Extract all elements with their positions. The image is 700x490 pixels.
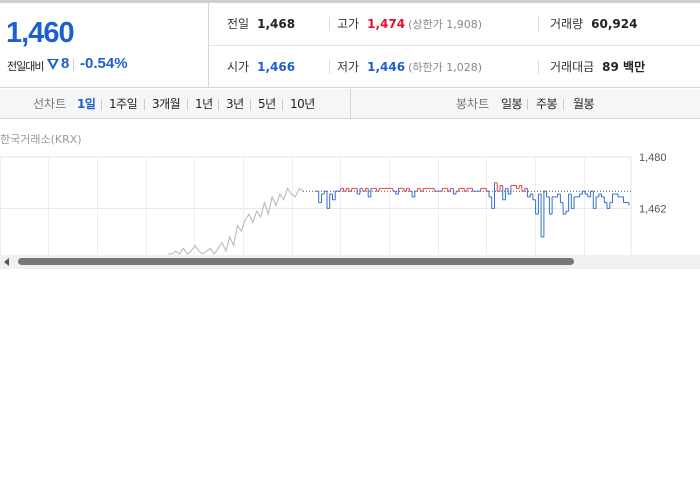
tab-3m[interactable]: 3개월 xyxy=(152,89,181,119)
divider xyxy=(73,59,74,71)
tab-5y[interactable]: 5년 xyxy=(258,89,276,119)
divider xyxy=(329,17,330,31)
divider xyxy=(538,17,539,31)
price-chart: 한국거래소(KRX) 1,4801,4621,444 xyxy=(0,120,700,270)
divider xyxy=(250,99,251,110)
y-tick-label: 1,462 xyxy=(639,203,667,215)
stat-label: 거래대금 xyxy=(550,60,595,74)
stat-label: 시가 xyxy=(227,60,250,74)
candle-chart-label: 봉차트 xyxy=(456,97,490,111)
divider xyxy=(563,99,564,110)
tab-1w[interactable]: 1주일 xyxy=(109,89,138,119)
tab-1d[interactable]: 1일 xyxy=(77,89,96,119)
stat-label: 고가 xyxy=(337,17,360,31)
stats-row-1: 전일 1,468 고가 1,474 (상한가 1,908) 거래량 60,924 xyxy=(209,3,700,46)
quote-summary: 1,460 전일대비 8 -0.54% 전일 1,468 고가 1,474 (상한가 … xyxy=(0,0,700,88)
stat-label: 전일 xyxy=(227,17,250,31)
tab-daily-candle[interactable]: 일봉 xyxy=(501,89,523,119)
down-triangle-icon-inner xyxy=(50,60,56,66)
divider xyxy=(538,60,539,74)
divider xyxy=(350,89,351,119)
stat-volume: 거래량 60,924 xyxy=(550,3,637,45)
intraday-line-chart: 1,4801,4621,444 xyxy=(0,152,667,255)
stat-high: 고가 1,474 (상한가 1,908) xyxy=(337,3,482,45)
divider xyxy=(144,99,145,110)
change-value: 8 xyxy=(61,55,70,72)
y-tick-label: 1,480 xyxy=(639,152,667,164)
stat-trade-amount: 거래대금 89 백만 xyxy=(550,46,645,88)
stat-value: 1,474 xyxy=(367,17,406,31)
tab-monthly-candle[interactable]: 월봉 xyxy=(573,89,595,119)
stat-low: 저가 1,446 (하한가 1,028) xyxy=(337,46,482,88)
divider xyxy=(218,99,219,110)
stat-label: 저가 xyxy=(337,60,360,74)
lower-limit: (하한가 1,028) xyxy=(408,61,482,74)
scroll-left-arrow-icon[interactable] xyxy=(4,258,9,266)
tab-weekly-candle[interactable]: 주봉 xyxy=(536,89,558,119)
divider xyxy=(527,99,528,110)
stat-label: 거래량 xyxy=(550,17,584,31)
stat-value: 1,446 xyxy=(367,60,406,74)
stat-open: 시가 1,466 xyxy=(227,46,295,88)
stat-value: 1,466 xyxy=(257,60,296,74)
stat-value: 1,468 xyxy=(257,17,296,31)
scrollbar-thumb[interactable] xyxy=(18,258,574,265)
tab-1y[interactable]: 1년 xyxy=(195,89,213,119)
tab-10y[interactable]: 10년 xyxy=(290,89,315,119)
current-price: 1,460 xyxy=(6,17,75,49)
price-panel: 1,460 전일대비 8 -0.54% xyxy=(0,3,209,88)
stat-value: 60,924 xyxy=(591,17,638,31)
divider xyxy=(187,99,188,110)
stat-prev-close: 전일 1,468 xyxy=(227,3,295,45)
chart-period-tabs: 선차트 1일 1주일 3개월 1년 3년 5년 10년 봉차트 일봉 주봉 월봉 xyxy=(0,89,700,119)
divider xyxy=(329,60,330,74)
change-percent: -0.54% xyxy=(80,55,128,72)
divider xyxy=(282,99,283,110)
tab-3y[interactable]: 3년 xyxy=(226,89,244,119)
divider xyxy=(101,99,102,110)
upper-limit: (상한가 1,908) xyxy=(408,18,482,31)
stats-row-2: 시가 1,466 저가 1,446 (하한가 1,028) 거래대금 89 백만 xyxy=(209,46,700,88)
stat-value: 89 백만 xyxy=(602,60,646,74)
change-label: 전일대비 xyxy=(7,60,44,73)
line-chart-label: 선차트 xyxy=(33,97,67,111)
pre-market-line xyxy=(168,187,304,255)
